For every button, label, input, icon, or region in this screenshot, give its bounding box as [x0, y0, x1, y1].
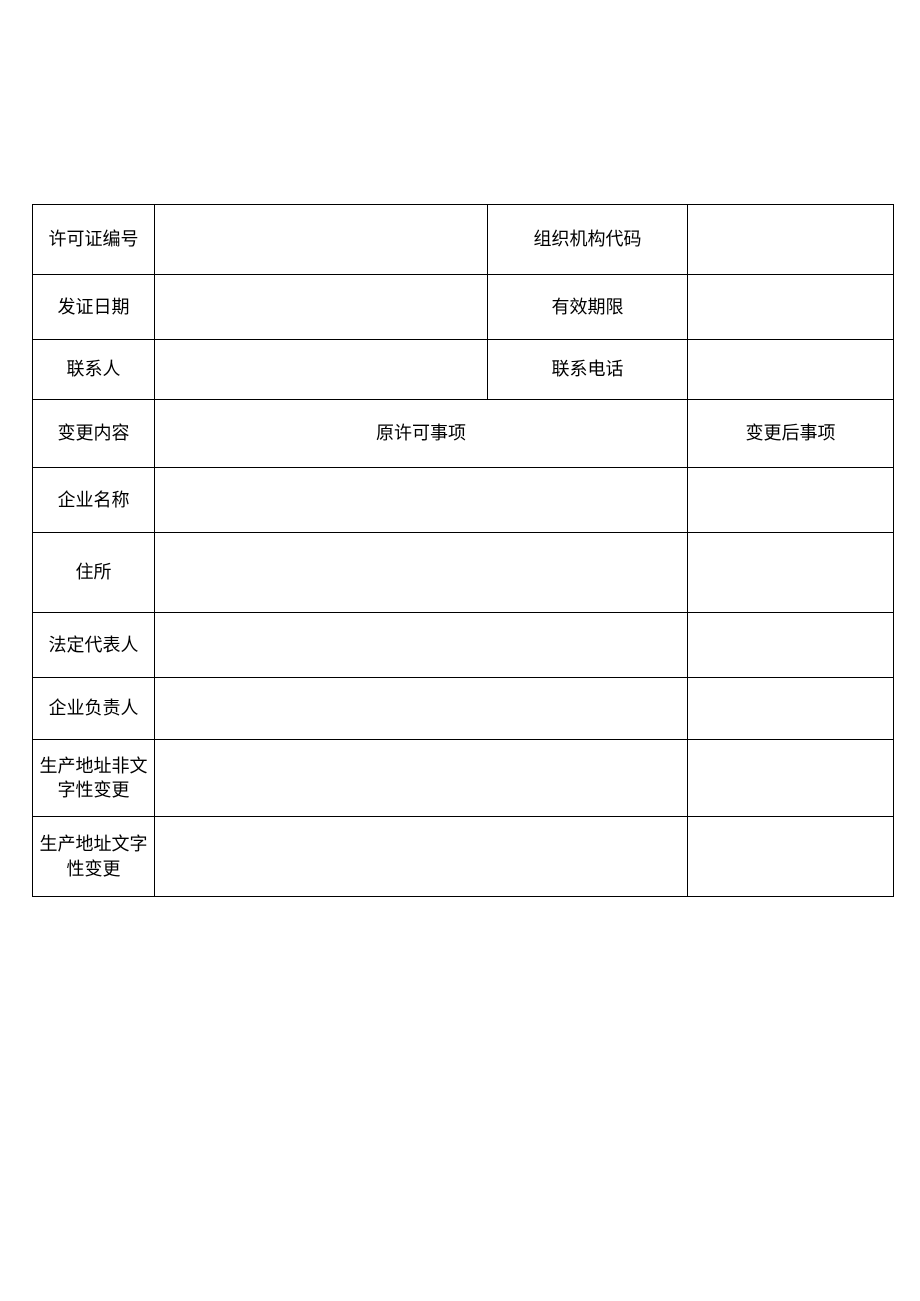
value-contact-person [155, 340, 488, 400]
value-license-no [155, 205, 488, 275]
value-valid-until [688, 275, 894, 340]
value-enterprise-name-before [155, 468, 688, 533]
value-enterprise-name-after [688, 468, 894, 533]
value-enterprise-principal-after [688, 678, 894, 740]
label-prod-addr-text: 生产地址文字性变更 [33, 817, 155, 897]
table-row: 发证日期 有效期限 [33, 275, 894, 340]
label-prod-addr-nontext: 生产地址非文字性变更 [33, 740, 155, 817]
label-valid-until: 有效期限 [488, 275, 688, 340]
label-enterprise-name: 企业名称 [33, 468, 155, 533]
label-issue-date: 发证日期 [33, 275, 155, 340]
table-row: 法定代表人 [33, 613, 894, 678]
label-change-content: 变更内容 [33, 400, 155, 468]
value-prod-addr-text-after [688, 817, 894, 897]
table-row: 变更内容 原许可事项 变更后事项 [33, 400, 894, 468]
table-row: 住所 [33, 533, 894, 613]
value-contact-phone [688, 340, 894, 400]
value-issue-date [155, 275, 488, 340]
table-row: 许可证编号 组织机构代码 [33, 205, 894, 275]
form-table: 许可证编号 组织机构代码 发证日期 有效期限 联系人 联系电话 变更内容 原许可… [32, 204, 894, 897]
value-prod-addr-nontext-before [155, 740, 688, 817]
value-prod-addr-text-before [155, 817, 688, 897]
table-row: 生产地址非文字性变更 [33, 740, 894, 817]
value-prod-addr-nontext-after [688, 740, 894, 817]
table-row: 企业负责人 [33, 678, 894, 740]
table-row: 联系人 联系电话 [33, 340, 894, 400]
value-org-code [688, 205, 894, 275]
table-row: 生产地址文字性变更 [33, 817, 894, 897]
label-residence: 住所 [33, 533, 155, 613]
form-page: 许可证编号 组织机构代码 发证日期 有效期限 联系人 联系电话 变更内容 原许可… [0, 0, 920, 1301]
label-enterprise-principal: 企业负责人 [33, 678, 155, 740]
label-original-item: 原许可事项 [155, 400, 688, 468]
value-residence-after [688, 533, 894, 613]
label-after-change-item: 变更后事项 [688, 400, 894, 468]
label-license-no: 许可证编号 [33, 205, 155, 275]
value-legal-rep-before [155, 613, 688, 678]
table-row: 企业名称 [33, 468, 894, 533]
value-legal-rep-after [688, 613, 894, 678]
value-enterprise-principal-before [155, 678, 688, 740]
value-residence-before [155, 533, 688, 613]
label-contact-person: 联系人 [33, 340, 155, 400]
label-legal-rep: 法定代表人 [33, 613, 155, 678]
label-org-code: 组织机构代码 [488, 205, 688, 275]
label-contact-phone: 联系电话 [488, 340, 688, 400]
